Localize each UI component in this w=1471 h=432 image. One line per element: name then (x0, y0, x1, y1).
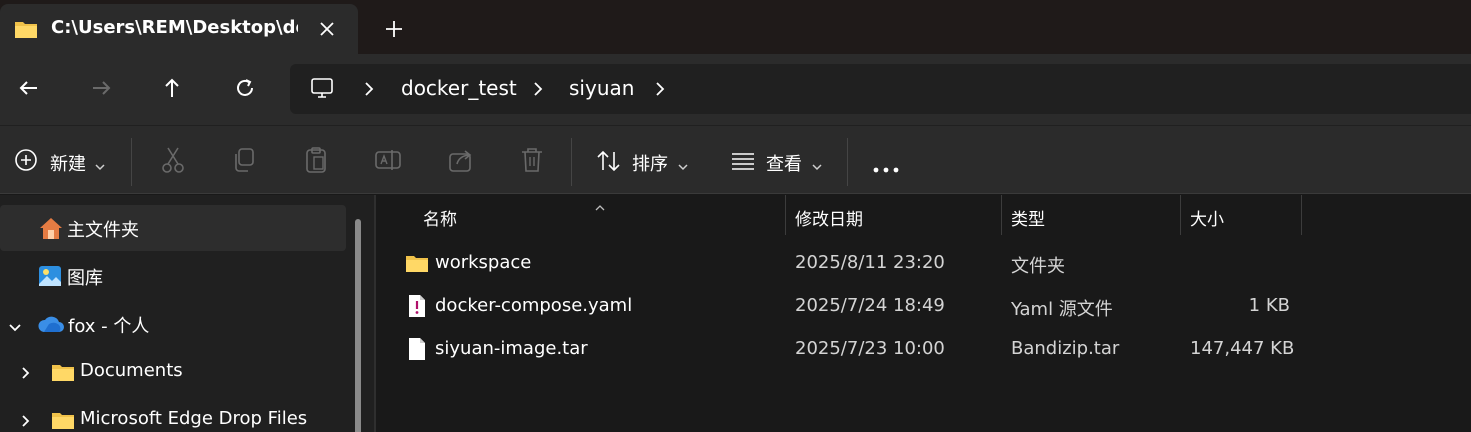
tab-title: C:\Users\REM\Desktop\docker_test\siyuan (51, 17, 298, 38)
tab-active[interactable]: C:\Users\REM\Desktop\docker_test\siyuan (0, 4, 358, 54)
sidebar-item-label: fox - 个人 (68, 316, 150, 337)
sidebar-item-documents[interactable]: Documents (0, 349, 346, 395)
tab-strip: C:\Users\REM\Desktop\docker_test\siyuan (0, 0, 1471, 54)
sidebar-item-home[interactable]: 主文件夹 (0, 205, 346, 251)
new-plus-icon[interactable] (14, 148, 38, 178)
chevron-right-icon[interactable] (20, 364, 32, 385)
close-icon[interactable] (316, 18, 338, 40)
chevron-right-icon[interactable] (20, 412, 32, 432)
toolbar-divider (847, 138, 848, 186)
view-button[interactable]: 查看 (766, 150, 802, 176)
file-name: docker-compose.yaml (435, 295, 633, 316)
new-button[interactable]: 新建 (50, 150, 86, 176)
file-icon (408, 337, 426, 366)
folder-icon (51, 362, 75, 387)
chevron-right-icon[interactable] (362, 81, 376, 97)
share-icon[interactable] (447, 146, 475, 176)
folder-icon (51, 410, 75, 432)
rename-icon[interactable] (374, 146, 402, 176)
sidebar-item-edge-drop[interactable]: Microsoft Edge Drop Files (0, 397, 346, 432)
forward-arrow-icon[interactable] (87, 74, 115, 102)
file-type: Yaml 源文件 (1011, 299, 1113, 320)
file-type: 文件夹 (1011, 256, 1065, 277)
table-row[interactable]: docker-compose.yaml 2025/7/24 18:49 Yaml… (396, 286, 1396, 328)
navigation-bar: docker_test siyuan (0, 54, 1471, 125)
sidebar-item-label: 主文件夹 (67, 220, 139, 241)
chevron-down-icon[interactable] (677, 156, 689, 186)
refresh-icon[interactable] (231, 74, 259, 102)
file-size: 147,447 KB (1190, 338, 1295, 359)
onedrive-cloud-icon (37, 315, 65, 338)
table-row[interactable]: workspace 2025/8/11 23:20 文件夹 (396, 243, 1396, 285)
chevron-right-icon[interactable] (653, 81, 667, 97)
file-type: Bandizip.tar (1011, 338, 1120, 359)
sidebar-scrollbar[interactable] (355, 219, 361, 432)
column-header-name[interactable]: 名称 (376, 195, 786, 235)
back-arrow-icon[interactable] (15, 74, 43, 102)
file-modified: 2025/8/11 23:20 (795, 252, 945, 273)
file-modified: 2025/7/24 18:49 (795, 295, 945, 316)
table-row[interactable]: siyuan-image.tar 2025/7/23 10:00 Bandizi… (396, 329, 1396, 371)
home-icon (38, 216, 64, 245)
toolbar-divider (571, 138, 572, 186)
chevron-down-icon[interactable] (94, 156, 106, 186)
folder-icon (405, 253, 429, 278)
toolbar-divider (131, 138, 132, 186)
sort-arrows-icon[interactable] (596, 148, 622, 178)
more-options-icon[interactable] (872, 158, 900, 188)
column-header-type[interactable]: 类型 (1002, 195, 1181, 235)
command-bar: 新建 排序 查看 (0, 125, 1471, 194)
paste-icon[interactable] (303, 146, 329, 176)
chevron-down-icon[interactable] (8, 318, 22, 339)
file-name: siyuan-image.tar (435, 338, 588, 359)
sidebar-item-label: Documents (80, 360, 183, 381)
gallery-icon (38, 264, 62, 293)
this-pc-icon[interactable] (310, 76, 334, 105)
cut-icon[interactable] (160, 146, 186, 176)
sidebar-item-onedrive[interactable]: fox - 个人 (0, 301, 346, 347)
view-list-icon[interactable] (731, 152, 755, 182)
column-header-modified[interactable]: 修改日期 (786, 195, 1002, 235)
file-modified: 2025/7/23 10:00 (795, 338, 945, 359)
chevron-down-icon[interactable] (811, 156, 823, 186)
chevron-right-icon[interactable] (531, 81, 545, 97)
yaml-file-icon (408, 294, 426, 323)
copy-icon[interactable] (231, 146, 257, 176)
address-bar[interactable]: docker_test siyuan (290, 64, 1471, 114)
navigation-pane: 主文件夹 图库 fox - 个人 Documents Microsoft Edg… (0, 195, 374, 432)
file-name: workspace (435, 252, 532, 273)
sidebar-item-label: 图库 (67, 268, 103, 289)
breadcrumb-siyuan[interactable]: siyuan (569, 76, 634, 100)
sidebar-item-gallery[interactable]: 图库 (0, 253, 346, 299)
file-list: 名称 修改日期 类型 大小 workspace 2025/8/11 23:20 … (376, 195, 1471, 432)
delete-trash-icon[interactable] (519, 146, 545, 176)
up-arrow-icon[interactable] (158, 74, 186, 102)
folder-icon (14, 19, 38, 44)
sort-button[interactable]: 排序 (632, 150, 668, 176)
new-tab-icon[interactable] (382, 17, 406, 41)
file-size: 1 KB (1248, 295, 1290, 316)
breadcrumb-docker-test[interactable]: docker_test (401, 76, 517, 100)
column-header-size[interactable]: 大小 (1181, 195, 1302, 235)
sidebar-item-label: Microsoft Edge Drop Files (80, 408, 308, 429)
